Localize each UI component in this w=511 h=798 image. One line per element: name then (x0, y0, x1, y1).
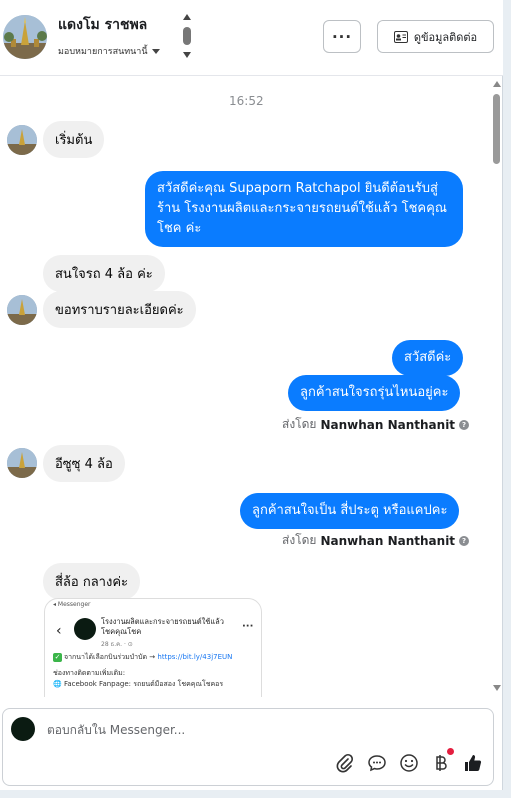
contact-name: แดงโม ราชพล (58, 17, 148, 33)
assign-conversation-dropdown[interactable]: มอบหมายการสนทนานี้ (58, 44, 160, 58)
window-bottom-edge (0, 790, 503, 798)
sent-by-info: ส่งโดย Nanwhan Nanthanit ? (282, 531, 470, 550)
back-arrow-icon: ‹ (56, 623, 62, 639)
reply-input[interactable] (47, 719, 467, 741)
smiley-icon[interactable] (399, 753, 419, 773)
sent-by-name: Nanwhan Nanthanit (320, 533, 456, 548)
scroll-down-arrow-icon[interactable] (493, 685, 501, 691)
chat-bubble-icon[interactable] (367, 753, 387, 773)
message-list: 16:52 เริ่มต้น สวัสดีค่ะคุณ Supaporn Rat… (0, 77, 490, 697)
outgoing-message[interactable]: ลูกค้าสนใจเป็น สี่ประตู หรือแคปคะ (240, 493, 460, 529)
contact-avatar-small (7, 295, 37, 325)
shared-post-line-1: ✓ จากนาได้เลือกบินร่วมบำบัด → https://bit… (53, 653, 233, 662)
message-scrollbar[interactable] (490, 77, 503, 697)
incoming-message[interactable]: สี่ล้อ กลางค่ะ (43, 563, 141, 600)
paperclip-icon[interactable] (335, 753, 355, 773)
caret-down-icon (151, 48, 160, 54)
sent-by-label: ส่งโดย (282, 417, 317, 431)
check-icon: ✓ (53, 653, 62, 662)
scroll-up-arrow-icon[interactable] (493, 81, 501, 87)
contact-avatar[interactable] (3, 15, 47, 59)
help-icon[interactable]: ? (459, 419, 470, 430)
shared-post-line-2: ช่องทางติดตามเพิ่มเติม: (53, 669, 126, 677)
view-contact-label: ดูข้อมูลติดต่อ (413, 30, 478, 44)
shared-post-top-label: ◂ Messenger (53, 601, 91, 608)
more-dots-icon: ··· (242, 621, 254, 632)
outgoing-message[interactable]: สวัสดีค่ะ (392, 340, 464, 376)
more-options-button[interactable]: ··· (323, 20, 361, 53)
notification-dot (447, 748, 454, 755)
conversation-header: แดงโม ราชพล มอบหมายการสนทนานี้ ··· ดูข้อ… (0, 0, 503, 76)
shared-post-line-3: 🌐 Facebook Fanpage: รถยนต์มือสอง โชคคุณโ… (53, 680, 224, 688)
incoming-message[interactable]: ขอทราบรายละเอียดค่ะ (43, 291, 196, 328)
help-icon[interactable]: ? (459, 535, 470, 546)
conversation-nav-arrows[interactable] (181, 12, 193, 60)
assign-label: มอบหมายการสนทนานี้ (58, 47, 148, 57)
conversation-panel: แดงโม ราชพล มอบหมายการสนทนานี้ ··· ดูข้อ… (0, 0, 503, 798)
outgoing-message[interactable]: สวัสดีค่ะคุณ Supaporn Ratchapol ยินดีต้อ… (145, 171, 463, 247)
sent-by-label: ส่งโดย (282, 533, 317, 547)
shared-post-link[interactable]: https://bit.ly/43j7EUN (157, 653, 232, 661)
thumbs-up-icon[interactable] (463, 753, 483, 773)
chevron-down-icon (183, 52, 191, 58)
incoming-message[interactable]: สนใจรถ 4 ล้อ ค่ะ (43, 255, 165, 292)
contact-card-icon (393, 30, 408, 43)
page-avatar (11, 717, 35, 741)
scroll-thumb[interactable] (493, 94, 500, 164)
chevron-up-icon (183, 14, 191, 20)
shared-post-date: 28 ธ.ค. · ⊙ (101, 641, 133, 648)
view-contact-button[interactable]: ดูข้อมูลติดต่อ (377, 20, 494, 53)
reply-composer (2, 708, 494, 786)
contact-avatar-small (7, 448, 37, 478)
baht-icon[interactable] (431, 753, 451, 773)
shared-post-attachment[interactable]: ◂ Messenger ‹ โรงงานผลิตและกระจายรถยนต์ใ… (44, 598, 262, 697)
incoming-message[interactable]: อีซูซุ 4 ล้อ (43, 445, 125, 482)
sent-by-info: ส่งโดย Nanwhan Nanthanit ? (282, 415, 470, 434)
timestamp: 16:52 (229, 94, 264, 108)
page-logo (74, 618, 96, 640)
incoming-message[interactable]: เริ่มต้น (43, 121, 105, 158)
contact-avatar-small (7, 125, 37, 155)
outgoing-message[interactable]: ลูกค้าสนใจรถรุ่นไหนอยู่คะ (288, 375, 461, 411)
sent-by-name: Nanwhan Nanthanit (320, 417, 456, 432)
shared-post-page-name: โรงงานผลิตและกระจายรถยนต์ใช้แล้ว โชคคุณโ… (101, 617, 224, 636)
